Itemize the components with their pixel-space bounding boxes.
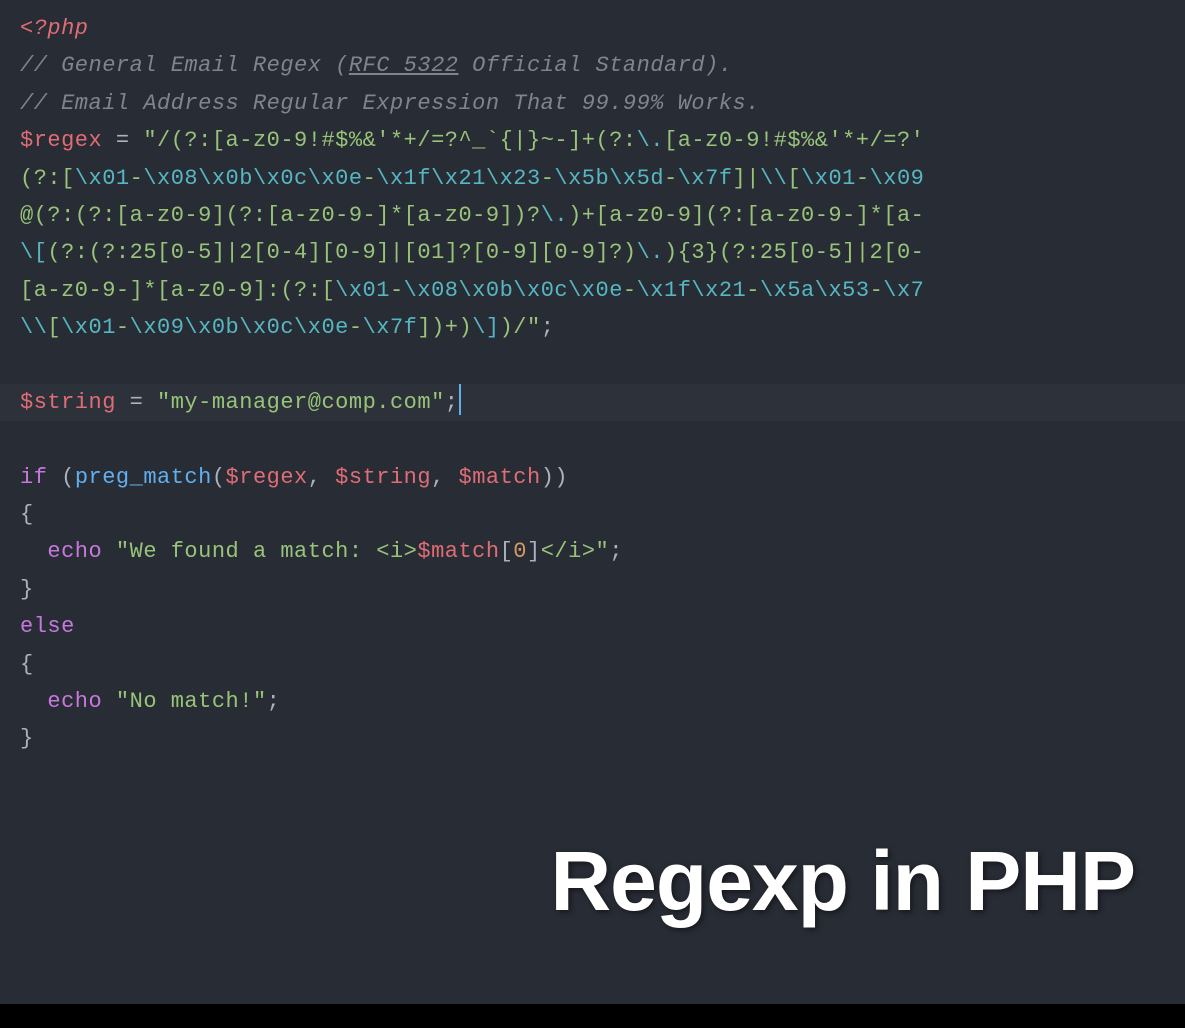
code-line-comment-2[interactable]: // Email Address Regular Expression That… (20, 85, 1165, 122)
code-line-regex-2[interactable]: (?:[\x01-\x08\x0b\x0c\x0e-\x1f\x21\x23-\… (20, 160, 1165, 197)
overlay-title: Regexp in PHP (551, 810, 1135, 953)
code-line-brace-open[interactable]: { (20, 496, 1165, 533)
code-line-blank[interactable] (20, 421, 1165, 458)
code-line-regex-3[interactable]: @(?:(?:[a-z0-9](?:[a-z0-9-]*[a-z0-9])?\.… (20, 197, 1165, 234)
code-line-comment-1[interactable]: // General Email Regex (RFC 5322 Officia… (20, 47, 1165, 84)
bottom-bar (0, 1004, 1185, 1028)
php-open-tag: <?php (20, 16, 89, 41)
keyword-else: else (20, 614, 75, 639)
text-cursor (459, 384, 461, 415)
code-line-brace-close[interactable]: } (20, 720, 1165, 757)
keyword-echo: echo (47, 539, 102, 564)
keyword-if: if (20, 465, 47, 490)
comment-text: // Email Address Regular Expression That… (20, 91, 760, 116)
code-line-echo-2[interactable]: echo "No match!"; (20, 683, 1165, 720)
code-line-brace-open[interactable]: { (20, 646, 1165, 683)
code-line-php-open[interactable]: <?php (20, 10, 1165, 47)
code-line-regex-4[interactable]: \[(?:(?:25[0-5]|2[0-4][0-9]|[01]?[0-9][0… (20, 234, 1165, 271)
variable-string: $string (20, 390, 116, 415)
code-line-brace-close[interactable]: } (20, 571, 1165, 608)
code-line-regex-1[interactable]: $regex = "/(?:[a-z0-9!#$%&'*+/=?^_`{|}~-… (20, 122, 1165, 159)
code-line-regex-5[interactable]: [a-z0-9-]*[a-z0-9]:(?:[\x01-\x08\x0b\x0c… (20, 272, 1165, 309)
function-preg-match: preg_match (75, 465, 212, 490)
variable-match: $match (459, 465, 541, 490)
code-line-regex-6[interactable]: \\[\x01-\x09\x0b\x0c\x0e-\x7f])+)\])/"; (20, 309, 1165, 346)
code-line-else[interactable]: else (20, 608, 1165, 645)
code-line-blank[interactable] (20, 347, 1165, 384)
code-line-if[interactable]: if (preg_match($regex, $string, $match)) (20, 459, 1165, 496)
comment-text: // General Email Regex (RFC 5322 Officia… (20, 53, 733, 78)
variable-regex: $regex (20, 128, 102, 153)
keyword-echo: echo (47, 689, 102, 714)
code-line-echo-1[interactable]: echo "We found a match: <i>$match[0]</i>… (20, 533, 1165, 570)
code-line-string-assign[interactable]: $string = "my-manager@comp.com"; (0, 384, 1185, 421)
